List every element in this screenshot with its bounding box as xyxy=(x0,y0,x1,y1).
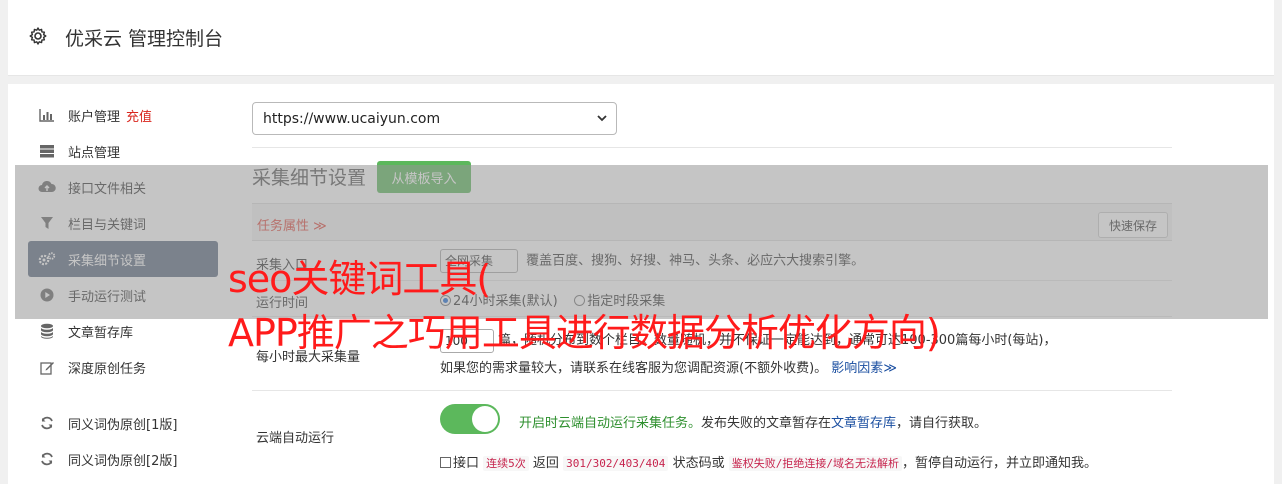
sidebar-item-article-store[interactable]: 文章暂存库 xyxy=(28,313,218,349)
sidebar-item-label: 栏目与关键词 xyxy=(68,217,147,233)
cloud-toggle-text: 开启时云端自动运行采集任务。 xyxy=(519,416,702,431)
sidebar-item-label: 手动运行测试 xyxy=(68,289,147,305)
recharge-link[interactable]: 充值 xyxy=(126,106,152,125)
chevron-down-icon: ≫ xyxy=(313,219,327,234)
sidebar: 账户管理 充值 站点管理 接口文件相关 栏目与关键词 采集细节设置 手动运行测试 xyxy=(28,97,218,477)
source-desc: 覆盖百度、搜狗、好搜、神马、头条、必应六大搜索引擎。 xyxy=(526,253,865,269)
sidebar-item-deep-original[interactable]: 深度原创任务 xyxy=(28,349,218,385)
sidebar-item-synonym-v2[interactable]: 同义词伪原创[2版] xyxy=(28,441,218,477)
sidebar-item-label: 账户管理 xyxy=(68,109,121,125)
section-title: 采集细节设置 xyxy=(252,167,367,189)
row-cloud-run: 云端自动运行 开启时云端自动运行采集任务。发布失败的文章暂存在文章暂存库，请自行… xyxy=(252,391,1172,484)
server-icon xyxy=(38,143,56,159)
task-attributes-toggle[interactable]: 任务属性 ≫ xyxy=(257,215,327,234)
site-select-value: https://www.ucaiyun.com xyxy=(263,110,441,127)
cloud-run-toggle[interactable] xyxy=(440,404,500,434)
sidebar-item-label: 同义词伪原创[2版] xyxy=(68,453,178,469)
sidebar-item-label: 同义词伪原创[1版] xyxy=(68,417,178,433)
sidebar-item-columns-keywords[interactable]: 栏目与关键词 xyxy=(28,205,218,241)
bar-chart-icon xyxy=(38,107,56,123)
chevron-down-icon xyxy=(597,115,607,122)
quick-save-button[interactable]: 快速保存 xyxy=(1098,212,1168,238)
edit-icon xyxy=(38,359,56,375)
refresh-icon xyxy=(38,415,56,431)
task-attributes-header: 任务属性 ≫ 快速保存 xyxy=(252,203,1172,241)
console-title: 优采云 管理控制台 xyxy=(65,28,224,50)
play-circle-icon xyxy=(38,287,56,303)
filter-icon xyxy=(38,215,56,231)
sidebar-item-label: 深度原创任务 xyxy=(68,361,147,377)
pause-checkbox[interactable]: 接口 xyxy=(440,456,479,471)
top-bar: 优采云 管理控制台 xyxy=(8,0,1274,76)
sidebar-item-label: 采集细节设置 xyxy=(68,253,147,269)
article-store-link[interactable]: 文章暂存库 xyxy=(831,416,896,431)
sidebar-item-account[interactable]: 账户管理 充值 xyxy=(28,97,218,133)
factors-link[interactable]: 影响因素≫ xyxy=(831,361,897,376)
watermark-line1: seo关键词工具( xyxy=(228,257,491,301)
sidebar-item-label: 文章暂存库 xyxy=(68,325,134,341)
sidebar-item-synonym-v1[interactable]: 同义词伪原创[1版] xyxy=(28,405,218,441)
refresh-icon xyxy=(38,451,56,467)
sidebar-item-manual-run[interactable]: 手动运行测试 xyxy=(28,277,218,313)
max-desc-line2: 如果您的需求量较大，请联系在线客服为您调配资源(不额外收费)。 xyxy=(440,361,828,376)
cogs-icon xyxy=(38,251,56,267)
sidebar-item-label: 站点管理 xyxy=(68,145,121,161)
import-template-button[interactable]: 从模板导入 xyxy=(377,161,471,193)
watermark-line2: APP推广之巧用工具进行数据分析优化方向) xyxy=(228,311,941,355)
sidebar-item-collection-settings[interactable]: 采集细节设置 xyxy=(28,241,218,277)
site-select[interactable]: https://www.ucaiyun.com xyxy=(252,102,617,135)
sidebar-item-sites[interactable]: 站点管理 xyxy=(28,133,218,169)
row-label: 云端自动运行 xyxy=(256,431,335,446)
cloud-upload-icon xyxy=(38,179,56,195)
divider xyxy=(252,147,1172,148)
database-icon xyxy=(38,323,56,339)
sidebar-item-label: 接口文件相关 xyxy=(68,181,147,197)
gear-icon xyxy=(29,27,47,45)
sidebar-item-interface-files[interactable]: 接口文件相关 xyxy=(28,169,218,205)
